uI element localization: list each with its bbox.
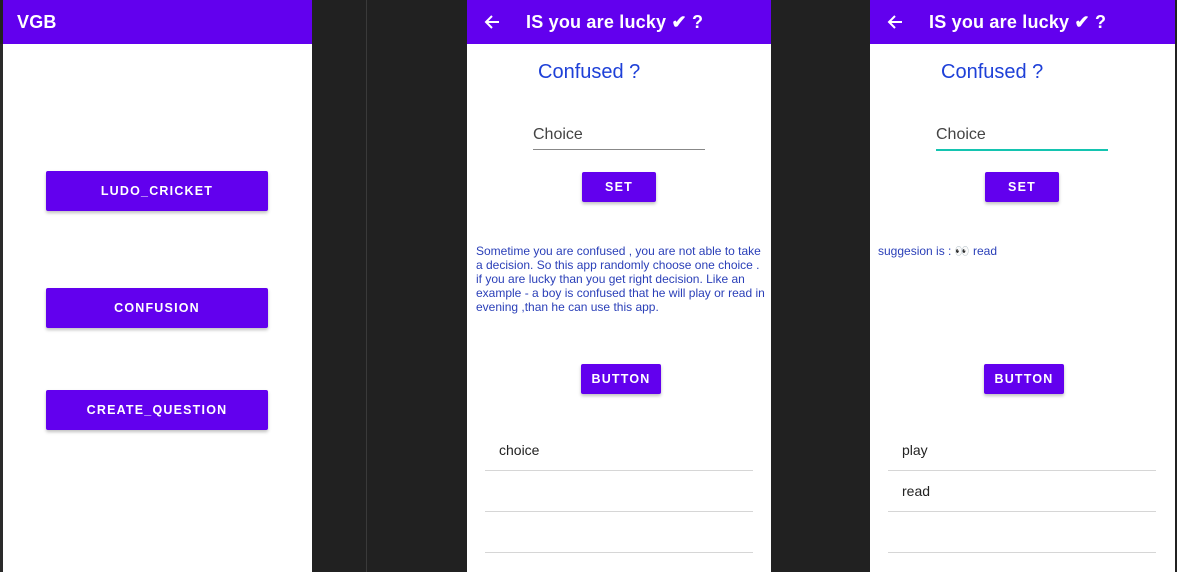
confused-heading: Confused ? (538, 61, 641, 83)
list-item[interactable]: play (888, 430, 1156, 471)
confusion-screen: IS you are lucky ✔ ? Confused ? Choice S… (467, 0, 771, 572)
set-button[interactable]: SET (985, 172, 1059, 202)
app-bar: IS you are lucky ✔ ? (467, 0, 771, 44)
list-item[interactable] (485, 512, 753, 553)
result-screen: IS you are lucky ✔ ? Confused ? Choice S… (870, 0, 1175, 572)
window-edge (0, 44, 3, 572)
choice-field[interactable]: Choice (533, 119, 705, 150)
suggestion-text: suggesion is : 👀 read (878, 244, 998, 258)
app-bar: VGB (3, 0, 312, 44)
list-item[interactable]: read (888, 471, 1156, 512)
back-arrow-icon[interactable] (480, 10, 504, 34)
description-text: Sometime you are confused , you are not … (476, 244, 765, 314)
choice-placeholder: Choice (533, 126, 583, 143)
back-arrow-icon[interactable] (883, 10, 907, 34)
app-title: VGB (17, 11, 57, 32)
set-button[interactable]: SET (582, 172, 656, 202)
choice-placeholder: Choice (936, 126, 986, 143)
app-bar: IS you are lucky ✔ ? (870, 0, 1175, 44)
create-question-button[interactable]: CREATE_QUESTION (46, 390, 268, 430)
confusion-button[interactable]: CONFUSION (46, 288, 268, 328)
random-button[interactable]: BUTTON (581, 364, 661, 394)
confused-heading: Confused ? (941, 61, 1044, 83)
list-item[interactable] (485, 471, 753, 512)
list-item[interactable] (888, 512, 1156, 553)
choice-field[interactable]: Choice (936, 119, 1108, 151)
screen-title: IS you are lucky ✔ ? (929, 11, 1107, 32)
home-screen: VGB LUDO_CRICKET CONFUSION CREATE_QUESTI… (3, 0, 312, 572)
divider (366, 0, 367, 572)
random-button[interactable]: BUTTON (984, 364, 1064, 394)
ludo-cricket-button[interactable]: LUDO_CRICKET (46, 171, 268, 211)
list-item[interactable]: choice (485, 430, 753, 471)
screen-title: IS you are lucky ✔ ? (526, 11, 704, 32)
